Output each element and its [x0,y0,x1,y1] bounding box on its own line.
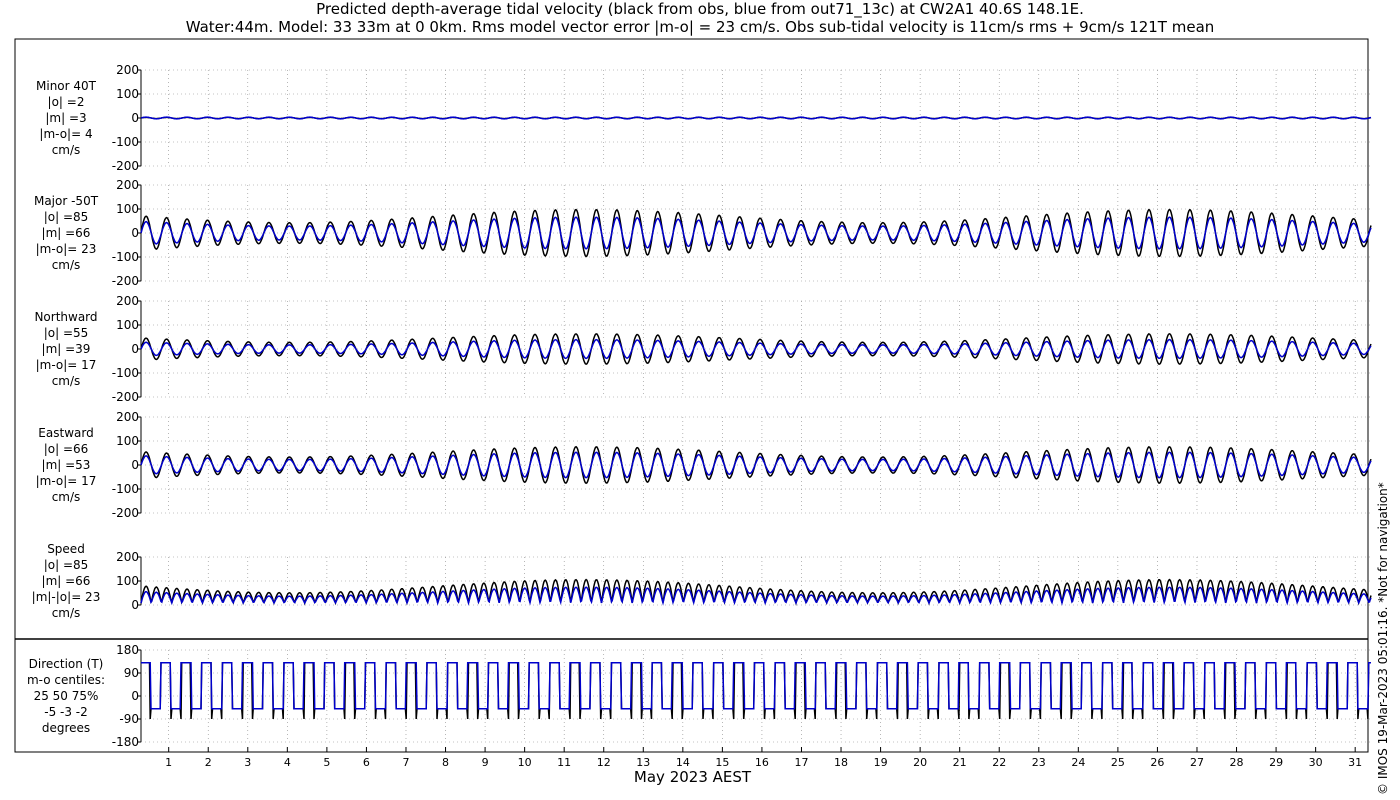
y-tick-label: 0 [131,342,139,356]
panel-label-line: m-o centiles: [27,673,105,687]
panel-label-line: |o| =85 [44,210,89,224]
y-tick-label: 200 [116,294,139,308]
y-tick-label: 0 [131,458,139,472]
panel-label-line: |m-o|= 17 [36,474,97,488]
panel-label-line: |m| =66 [42,574,91,588]
panel-label-line: Eastward [38,426,93,440]
plot-frame [14,38,1369,753]
panel-label-line: |m| =66 [42,226,91,240]
panel-label-line: 25 50 75% [34,689,99,703]
panel-label-line: |m-o|= 17 [36,358,97,372]
y-tick-label: -200 [112,159,139,173]
y-tick-label: 0 [131,111,139,125]
series-model-line [140,116,1372,120]
series-obs-line [141,662,1371,720]
panel-label-line: |o| =66 [44,442,89,456]
y-tick-label: -90 [119,712,139,726]
panel-label-line: degrees [42,721,90,735]
y-tick-label: -200 [112,390,139,404]
panel-label-line: |m| =39 [42,342,91,356]
tidal-velocity-chart: 1 2 3 4 5 6 7 8 9 10 11 12 13 14 15 16 17 18 19 20 21 22 23 24 2… [14,38,1372,769]
panel-label-line: |o| =2 [48,95,85,109]
panel-label-line: cm/s [52,490,81,504]
panel-label-line: -5 -3 -2 [44,705,88,719]
y-tick-label: 0 [131,226,139,240]
panel-label-line: |o| =85 [44,558,89,572]
y-tick-label: -100 [112,135,139,149]
y-tick-label: -100 [112,482,139,496]
panel-label-line: cm/s [52,374,81,388]
y-tick-label: 100 [116,87,139,101]
y-tick-label: 200 [116,550,139,564]
series-model-line [141,662,1371,710]
y-tick-label: 200 [116,178,139,192]
panel-label-line: |m|-|o|= 23 [32,590,101,604]
x-axis-label: May 2023 AEST [633,768,752,786]
panel-label-line: |m| =53 [42,458,91,472]
panel-label-line: |m-o|= 23 [36,242,97,256]
panel-label-line: |m| =3 [45,111,86,125]
y-tick-label: 0 [131,598,139,612]
y-tick-label: -200 [112,506,139,520]
y-tick-label: 200 [116,63,139,77]
panel-label-line: Minor 40T [36,79,97,93]
panel-label-line: Speed [47,542,85,556]
y-tick-label: 180 [116,643,139,657]
panel-label-line: cm/s [52,606,81,620]
y-tick-label: 90 [124,666,139,680]
panel-label-line: |o| =55 [44,326,89,340]
y-tick-label: 100 [116,202,139,216]
y-tick-label: 200 [116,410,139,424]
y-tick-label: 0 [131,689,139,703]
panel-label-line: cm/s [52,143,81,157]
y-tick-label: 100 [116,434,139,448]
y-tick-label: -100 [112,250,139,264]
panel-label-line: Major -50T [34,194,99,208]
y-tick-label: 100 [116,574,139,588]
copyright-notice: © IMOS 19-Mar-2023 05:01:16. *Not for na… [1376,482,1390,795]
y-tick-label: 100 [116,318,139,332]
panel-label-line: Direction (T) [29,657,104,671]
y-tick-label: -100 [112,366,139,380]
panel-label-line: cm/s [52,258,81,272]
panel-label-line: Northward [34,310,97,324]
y-tick-label: -200 [112,274,139,288]
y-tick-label: -180 [112,735,139,749]
panel-label-line: |m-o|= 4 [39,127,92,141]
